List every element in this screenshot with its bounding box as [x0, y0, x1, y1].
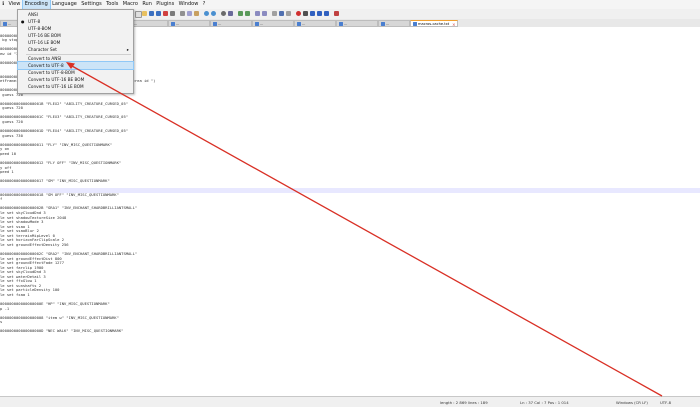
- tab[interactable]: ...: [378, 19, 410, 27]
- file-icon: [296, 22, 301, 26]
- tab-label: ...: [218, 21, 222, 26]
- tab[interactable]: ...: [336, 19, 378, 27]
- zoom-in-icon[interactable]: [238, 11, 243, 16]
- menu-encoding[interactable]: Encoding: [21, 0, 51, 10]
- menu-item-convert-to-utf8-bom[interactable]: Convert to UTF-8-BOM: [18, 69, 133, 76]
- tab-label: ...: [176, 21, 180, 26]
- cut-icon[interactable]: [180, 11, 185, 16]
- tab-label: ...: [134, 21, 138, 26]
- replace-icon[interactable]: [228, 11, 233, 16]
- save-macro-icon[interactable]: [324, 11, 329, 16]
- menu-view[interactable]: View: [6, 0, 22, 9]
- menu-item-encoding-utf8[interactable]: UTF-8 ●: [18, 18, 133, 25]
- save-icon[interactable]: [149, 11, 154, 16]
- menu-item-label: Convert to UTF-8: [28, 63, 64, 68]
- tab-label: ...: [386, 21, 390, 26]
- find-icon[interactable]: [221, 11, 226, 16]
- menu-item-label: Convert to UTF-8-BOM: [28, 70, 75, 75]
- menu-item-label: Character Set: [28, 47, 57, 52]
- tab[interactable]: ...: [252, 19, 294, 27]
- tab-label: macros-cache.txt: [418, 21, 450, 26]
- status-position: Ln : 37 Col : 7 Pos : 1 014: [520, 399, 569, 405]
- undo-icon[interactable]: [204, 11, 209, 16]
- new-file-icon[interactable]: [135, 11, 142, 18]
- menu-item-convert-to-ansi[interactable]: Convert to ANSI: [18, 55, 133, 62]
- menu-window[interactable]: Window: [176, 0, 200, 9]
- play-macro-icon[interactable]: [310, 11, 315, 16]
- menu-item-convert-to-utf8[interactable]: Convert to UTF-8: [17, 61, 134, 70]
- menu-item-encoding-utf8-bom[interactable]: UTF-8-BOM: [18, 25, 133, 32]
- sync-horizontal-icon[interactable]: [262, 11, 267, 16]
- open-file-icon[interactable]: [142, 11, 147, 16]
- close-icon[interactable]: [163, 11, 168, 16]
- tab-label: ...: [260, 21, 264, 26]
- menu-language[interactable]: Language: [50, 0, 79, 9]
- status-bar: length : 2 869 lines : 189 Ln : 37 Col :…: [0, 396, 700, 407]
- zoom-out-icon[interactable]: [245, 11, 250, 16]
- run-multiple-macro-icon[interactable]: [317, 11, 322, 16]
- sync-vertical-icon[interactable]: [255, 11, 260, 16]
- record-macro-icon[interactable]: [296, 11, 301, 16]
- menu-bar: ℹ View Encoding Language Settings Tools …: [0, 0, 700, 10]
- redo-icon[interactable]: [211, 11, 216, 16]
- menu-item-label: UTF-16 BE BOM: [28, 33, 61, 38]
- menu-item-label: Convert to UTF-16 BE BOM: [28, 77, 85, 82]
- tab-label: ...: [302, 21, 306, 26]
- word-wrap-icon[interactable]: [272, 11, 277, 16]
- indent-guide-icon[interactable]: [286, 11, 291, 16]
- file-icon: [170, 22, 175, 26]
- menu-item-label: UTF-8: [28, 19, 41, 24]
- stop-macro-icon[interactable]: [303, 11, 308, 16]
- menu-item-label: Convert to ANSI: [28, 56, 62, 61]
- menu-question[interactable]: ?: [200, 0, 207, 9]
- menu-item-convert-to-utf16-le-bom[interactable]: Convert to UTF-16 LE BOM: [18, 83, 133, 90]
- status-length: length : 2 869 lines : 189: [440, 399, 488, 405]
- print-icon[interactable]: [170, 11, 175, 16]
- show-all-chars-icon[interactable]: [279, 11, 284, 16]
- menu-plugins[interactable]: Plugins: [154, 0, 176, 9]
- tab-active[interactable]: macros-cache.txt ×: [410, 19, 458, 27]
- tab-label: ...: [344, 21, 348, 26]
- menu-separator: [26, 53, 131, 55]
- file-icon: [380, 22, 385, 26]
- encoding-dropdown-menu: ANSI UTF-8 ● UTF-8-BOM UTF-16 BE BOM UTF-16 L…: [17, 9, 134, 94]
- file-icon: [412, 22, 417, 26]
- status-encoding[interactable]: UTF-8: [660, 400, 671, 405]
- tab-label: ...: [8, 21, 12, 26]
- menu-item-label: UTF-8-BOM: [28, 26, 52, 31]
- menu-item-encoding-utf16-be-bom[interactable]: UTF-16 BE BOM: [18, 32, 133, 39]
- menu-item-convert-to-utf16-be-bom[interactable]: Convert to UTF-16 BE BOM: [18, 76, 133, 83]
- status-eol[interactable]: Windows (CR LF): [616, 400, 648, 405]
- copy-icon[interactable]: [187, 11, 192, 16]
- tab[interactable]: ...: [168, 19, 210, 27]
- menu-item-character-set[interactable]: Character Set ▸: [18, 46, 133, 53]
- file-icon: [212, 22, 217, 26]
- tab[interactable]: ...: [294, 19, 336, 27]
- selected-dot-icon: ●: [21, 19, 25, 24]
- menu-macro[interactable]: Macro: [121, 0, 141, 9]
- menu-tools[interactable]: Tools: [104, 0, 121, 9]
- close-tab-icon[interactable]: ×: [452, 21, 455, 26]
- file-icon: [338, 22, 343, 26]
- menu-item-encoding-ansi[interactable]: ANSI: [18, 11, 133, 18]
- menu-run[interactable]: Run: [140, 0, 154, 9]
- spellcheck-icon[interactable]: [334, 11, 339, 16]
- menu-item-label: ANSI: [28, 12, 38, 17]
- menu-item-encoding-utf16-le-bom[interactable]: UTF-16 LE BOM: [18, 39, 133, 46]
- file-icon: [2, 22, 7, 26]
- file-icon: [254, 22, 259, 26]
- menu-item-label: Convert to UTF-16 LE BOM: [28, 84, 84, 89]
- menu-item-label: UTF-16 LE BOM: [28, 40, 61, 45]
- submenu-arrow-icon: ▸: [126, 47, 129, 52]
- tab[interactable]: ...: [210, 19, 252, 27]
- save-all-icon[interactable]: [156, 11, 161, 16]
- paste-icon[interactable]: [194, 11, 199, 16]
- menu-settings[interactable]: Settings: [79, 0, 104, 9]
